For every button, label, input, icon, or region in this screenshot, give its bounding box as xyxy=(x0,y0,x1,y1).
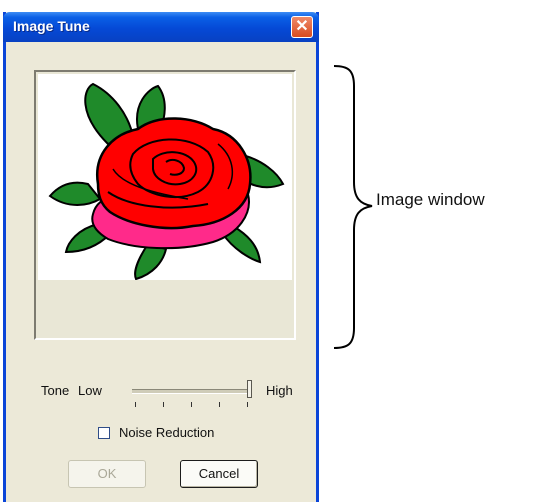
tone-high-label: High xyxy=(266,383,293,398)
noise-reduction-label[interactable]: Noise Reduction xyxy=(119,425,214,440)
ok-button[interactable]: OK xyxy=(68,460,146,488)
image-preview xyxy=(38,74,292,281)
cancel-button[interactable]: Cancel xyxy=(180,460,258,488)
image-window-annotation: Image window xyxy=(376,190,485,209)
tone-low-label: Low xyxy=(78,383,102,398)
tone-slider-track[interactable] xyxy=(132,389,248,394)
title-bar[interactable]: Image Tune ✕ xyxy=(3,12,319,42)
image-tune-dialog: Image Tune ✕ Tone Low High Noise Reducti… xyxy=(3,12,319,502)
annotation-brace xyxy=(333,65,373,349)
leaf-bottom xyxy=(134,242,168,281)
image-window xyxy=(34,70,296,340)
noise-reduction-checkbox[interactable] xyxy=(98,427,110,439)
slider-tick xyxy=(191,402,192,407)
slider-tick xyxy=(219,402,220,407)
slider-tick xyxy=(163,402,164,407)
close-icon: ✕ xyxy=(295,18,309,35)
rose-image xyxy=(48,82,285,281)
dialog-title: Image Tune xyxy=(13,18,90,34)
slider-tick xyxy=(135,402,136,407)
close-button[interactable]: ✕ xyxy=(291,16,313,38)
leaf-left xyxy=(48,181,102,206)
tone-label: Tone xyxy=(41,383,70,398)
slider-tick xyxy=(247,402,248,407)
tone-slider-thumb[interactable] xyxy=(247,380,252,398)
